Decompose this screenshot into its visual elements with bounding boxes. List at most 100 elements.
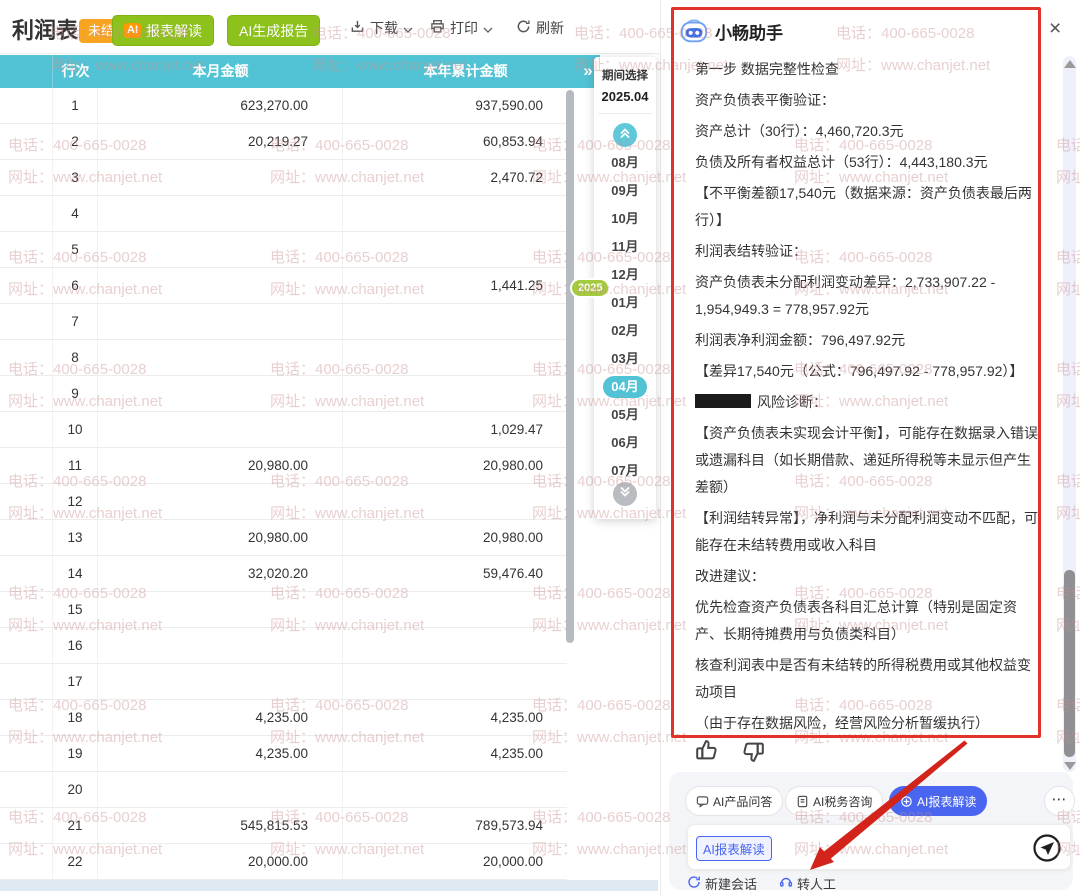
table-row[interactable]: 16 — [0, 628, 567, 664]
table-horizontal-scrollbar[interactable] — [0, 880, 658, 891]
download-button[interactable]: 下载 — [350, 18, 413, 38]
cell-blank — [0, 628, 53, 663]
table-row[interactable]: 5 — [0, 232, 567, 268]
table-body: 1 623,270.00 937,590.00 2 20,219.27 60,8… — [0, 88, 567, 880]
table-vertical-scrollbar[interactable] — [566, 90, 574, 643]
chat-scrollbar-thumb[interactable] — [1064, 570, 1075, 757]
table-row[interactable]: 14 32,020.20 59,476.40 — [0, 556, 567, 592]
table-row[interactable]: 11 20,980.00 20,980.00 — [0, 448, 567, 484]
cell-blank — [0, 88, 53, 123]
input-mode-tag[interactable]: AI报表解读 — [696, 836, 772, 861]
page-title: 利润表 — [12, 13, 78, 45]
redacted-block — [695, 394, 751, 408]
cell-line: 22 — [53, 844, 98, 879]
table-row[interactable]: 12 — [0, 484, 567, 520]
month-item[interactable]: 02月 — [594, 317, 656, 345]
quick-action-spark[interactable]: AI报表解读 — [889, 786, 987, 816]
cell-line: 16 — [53, 628, 98, 663]
chat-input[interactable] — [774, 831, 1024, 863]
month-item[interactable]: 09月 — [594, 177, 656, 205]
assistant-message-line: 【差异17,540元（公式：796,497.92 - 778,957.92）】 — [695, 358, 1039, 385]
thumbs-up-button[interactable] — [693, 736, 723, 766]
month-item[interactable]: 07月 — [594, 457, 656, 485]
column-month-amount: 本月金额 — [98, 55, 343, 88]
table-row[interactable]: 6 1,441.25 — [0, 268, 567, 304]
table-row[interactable]: 7 — [0, 304, 567, 340]
cell-month-amount — [98, 664, 343, 699]
cell-month-amount: 20,980.00 — [98, 520, 343, 555]
chevron-down-icon — [483, 20, 493, 36]
more-actions-button[interactable]: ⋯ — [1044, 786, 1075, 816]
cell-month-amount — [98, 232, 343, 267]
print-button[interactable]: 打印 — [430, 18, 493, 38]
close-icon[interactable]: × — [1049, 18, 1061, 40]
column-line: 行次 — [53, 55, 98, 88]
table-row[interactable]: 1 623,270.00 937,590.00 — [0, 88, 567, 124]
send-icon[interactable] — [1032, 833, 1062, 863]
month-item[interactable]: 10月 — [594, 205, 656, 233]
assistant-message-line: 改进建议： — [695, 563, 1039, 590]
assistant-message-line: 资产总计（30行）：4,460,720.3元 — [695, 118, 1039, 145]
ai-report-label: AI生成报告 — [239, 21, 308, 41]
cell-line: 18 — [53, 700, 98, 735]
month-item[interactable]: 04月 — [594, 373, 656, 401]
month-item[interactable]: 06月 — [594, 429, 656, 457]
chat-icon — [696, 795, 709, 808]
cell-month-amount — [98, 628, 343, 663]
chat-input-card: AI报表解读 — [687, 824, 1071, 870]
scroll-months-up-button[interactable] — [613, 123, 637, 147]
quick-action-chat[interactable]: AI产品问答 — [685, 786, 783, 816]
cell-blank — [0, 664, 53, 699]
table-row[interactable]: 19 4,235.00 4,235.00 — [0, 736, 567, 772]
cell-ytd-amount: 59,476.40 — [343, 556, 567, 591]
table-row[interactable]: 4 — [0, 196, 567, 232]
ai-interpret-button[interactable]: AI 报表解读 — [112, 15, 214, 46]
quick-action-doc[interactable]: AI税务咨询 — [785, 786, 883, 816]
table-row[interactable]: 3 2,470.72 — [0, 160, 567, 196]
scroll-months-down-button[interactable] — [613, 482, 637, 506]
table-row[interactable]: 15 — [0, 592, 567, 628]
table-row[interactable]: 8 — [0, 340, 567, 376]
cell-line: 7 — [53, 304, 98, 339]
cell-line: 9 — [53, 376, 98, 411]
cell-blank — [0, 520, 53, 555]
assistant-message-line: 利润表结转验证： — [695, 238, 1039, 265]
cell-ytd-amount — [343, 664, 567, 699]
current-period: 2025.04 — [594, 89, 656, 104]
table-row[interactable]: 13 20,980.00 20,980.00 — [0, 520, 567, 556]
transfer-to-human-button[interactable]: 转人工 — [779, 874, 836, 892]
month-item[interactable]: 08月 — [594, 149, 656, 177]
chat-scroll-up-icon[interactable] — [1064, 60, 1076, 68]
cell-month-amount: 20,000.00 — [98, 844, 343, 879]
table-row[interactable]: 10 1,029.47 — [0, 412, 567, 448]
cell-blank — [0, 160, 53, 195]
divider — [598, 113, 652, 114]
app-window: 利润表 未结转 AI 报表解读 AI生成报告 下载 打印 刷新 行次 本月金额 … — [0, 0, 1080, 895]
assistant-message: 第一步 数据完整性检查资产负债表平衡验证：资产总计（30行）：4,460,720… — [695, 56, 1039, 741]
refresh-icon — [516, 19, 531, 37]
month-item[interactable]: 03月 — [594, 345, 656, 373]
cell-ytd-amount: 1,441.25 — [343, 268, 567, 303]
thumbs-down-button[interactable] — [737, 736, 767, 766]
cell-line: 11 — [53, 448, 98, 483]
cell-month-amount: 20,219.27 — [98, 124, 343, 159]
assistant-message-line: 【不平衡差额17,540元（数据来源：资产负债表最后两行）】 — [695, 180, 1039, 234]
table-row[interactable]: 20 — [0, 772, 567, 808]
cell-blank — [0, 556, 53, 591]
refresh-button[interactable]: 刷新 — [516, 18, 564, 38]
chat-scroll-down-icon[interactable] — [1064, 762, 1076, 770]
table-row[interactable]: 2 20,219.27 60,853.94 — [0, 124, 567, 160]
table-row[interactable]: 21 545,815.53 789,573.94 — [0, 808, 567, 844]
ai-generate-report-button[interactable]: AI生成报告 — [227, 15, 320, 46]
table-row[interactable]: 17 — [0, 664, 567, 700]
cell-line: 14 — [53, 556, 98, 591]
table-row[interactable]: 9 — [0, 376, 567, 412]
cell-blank — [0, 484, 53, 519]
table-row[interactable]: 18 4,235.00 4,235.00 — [0, 700, 567, 736]
double-chevron-down-icon — [619, 485, 631, 503]
month-item[interactable]: 11月 — [594, 233, 656, 261]
cell-month-amount: 4,235.00 — [98, 736, 343, 771]
new-conversation-button[interactable]: 新建会话 — [687, 874, 757, 892]
month-item[interactable]: 05月 — [594, 401, 656, 429]
table-row[interactable]: 22 20,000.00 20,000.00 — [0, 844, 567, 880]
